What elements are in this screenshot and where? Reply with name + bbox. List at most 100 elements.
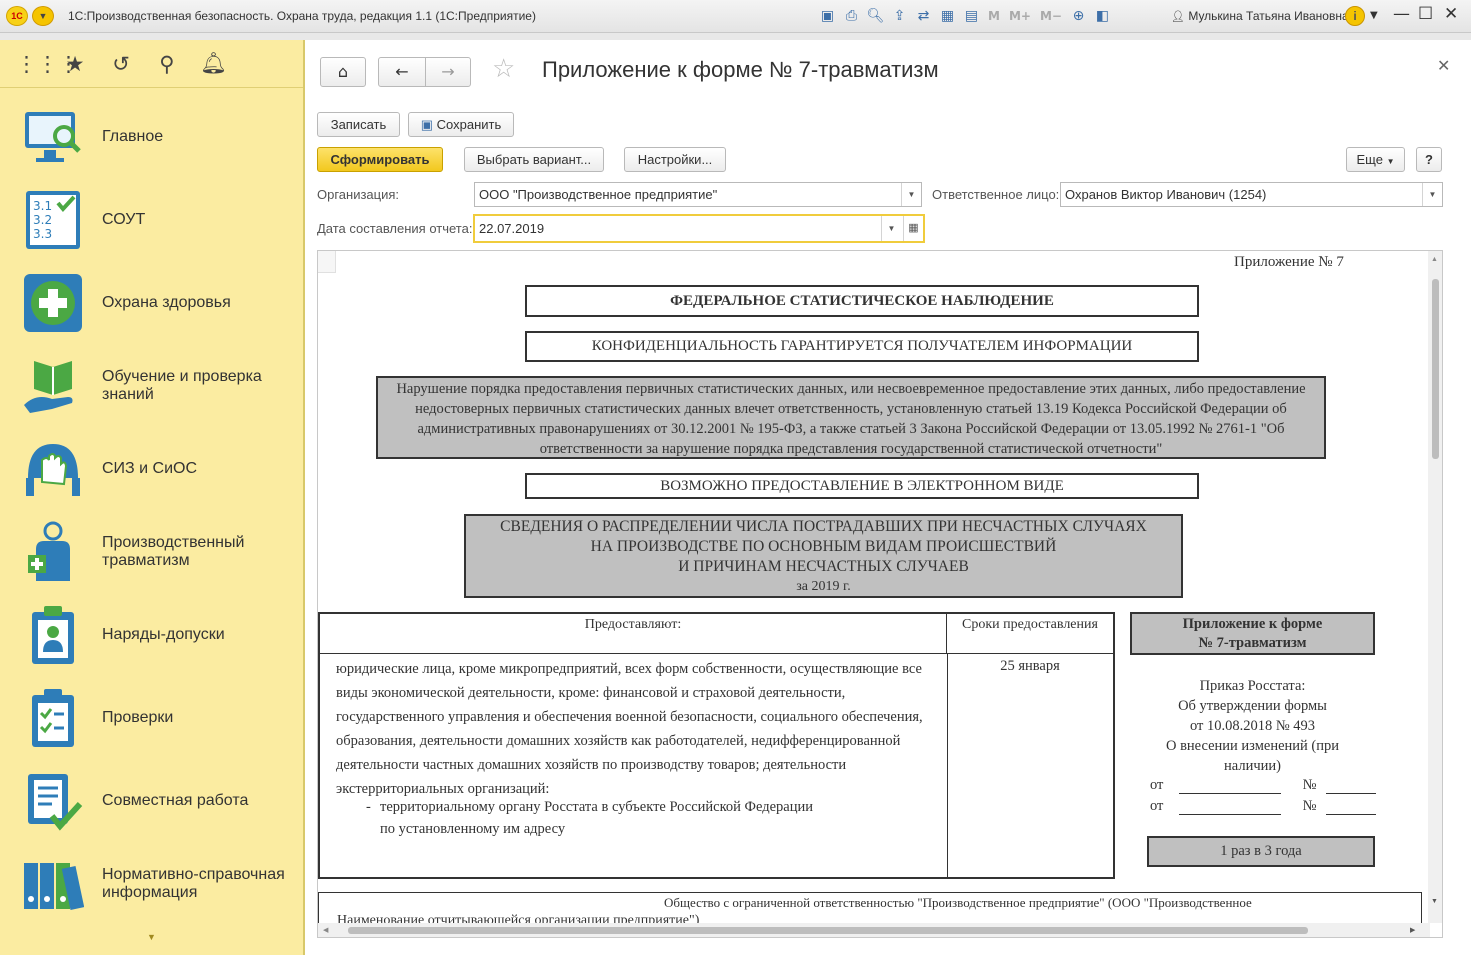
memory-minus-button[interactable]: M− <box>1038 7 1064 26</box>
periodicity-box: 1 раз в 3 года <box>1147 836 1375 867</box>
calendar-icon[interactable]: ▦ <box>903 216 923 241</box>
sidebar-sections: Главное 3.1 3.2 3.3 СОУТ Охрана здоровья О… <box>0 95 303 925</box>
scroll-down-icon[interactable]: ▼ <box>1431 897 1438 905</box>
number-line <box>1326 803 1377 815</box>
appendix-label: Приложение № 7 <box>1234 254 1344 270</box>
search-icon[interactable]: ⚲ <box>154 52 180 76</box>
page-title: Приложение к форме № 7-травматизм <box>542 57 939 82</box>
sidebar-item-label: Производственный травматизм <box>102 533 245 569</box>
title-bar: 1С ▼ 1С:Производственная безопасность. О… <box>0 0 1471 33</box>
permit-clipboard-icon <box>22 604 84 666</box>
svg-text:3.3: 3.3 <box>33 227 52 241</box>
preview-icon[interactable]: 🔍︎ <box>866 7 885 26</box>
organization-field[interactable]: ООО "Производственное предприятие" ▼ <box>474 182 922 207</box>
more-button[interactable]: Еще ▼ <box>1346 147 1405 172</box>
sidebar-scroll-down-icon[interactable]: ▼ <box>147 932 156 942</box>
sidebar-item-label: Главное <box>102 127 164 145</box>
export-icon[interactable]: ⇄ <box>914 7 933 26</box>
choose-variant-button[interactable]: Выбрать вариант... <box>464 147 604 172</box>
sidebar-item-injuries[interactable]: Производственный травматизм <box>0 510 303 593</box>
info-menu-arrow-icon[interactable]: ▼ <box>1370 10 1378 21</box>
checklist-icon: 3.1 3.2 3.3 <box>22 189 84 251</box>
main-panel: ⌂ ← → ☆ Приложение к форме № 7-травматиз… <box>305 40 1471 955</box>
close-form-icon[interactable]: ✕ <box>1437 56 1450 75</box>
number-label: № <box>1302 798 1317 814</box>
responsible-field[interactable]: Охранов Виктор Иванович (1254) ▼ <box>1060 182 1443 207</box>
horizontal-scrollbar[interactable]: ◀ ▶ <box>318 923 1430 937</box>
sidebar-item-label: Проверки <box>102 708 174 726</box>
top-gap <box>0 33 1471 40</box>
confidentiality-box: КОНФИДЕНЦИАЛЬНОСТЬ ГАРАНТИРУЕТСЯ ПОЛУЧАТ… <box>525 331 1199 362</box>
info-icon[interactable]: i <box>1345 6 1365 26</box>
home-icon: ⌂ <box>337 62 349 81</box>
scroll-right-icon[interactable]: ▶ <box>1410 926 1415 934</box>
history-icon[interactable]: ↺ <box>108 52 134 76</box>
back-button[interactable]: ← <box>378 57 426 87</box>
organization-value: ООО "Производственное предприятие" <box>479 187 718 202</box>
column-divider <box>947 654 948 877</box>
memory-button[interactable]: M <box>986 7 1002 26</box>
minimize-icon[interactable]: — <box>1393 4 1410 24</box>
sidebar-item-permits[interactable]: Наряды-допуски <box>0 593 303 676</box>
organization-label: Организация: <box>317 187 400 202</box>
dropdown-arrow-icon[interactable]: ▼ <box>1422 183 1442 206</box>
1c-logo-icon[interactable]: 1С <box>6 6 28 26</box>
dropdown-arrow-icon[interactable]: ▼ <box>881 216 901 241</box>
sidebar-item-main[interactable]: Главное <box>0 95 303 178</box>
dropdown-arrow-icon[interactable]: ▼ <box>901 183 921 206</box>
help-button[interactable]: ? <box>1416 147 1442 172</box>
sidebar-item-ppe[interactable]: СИЗ и СиОС <box>0 427 303 510</box>
calendar-icon[interactable]: ▤ <box>962 7 981 26</box>
write-button[interactable]: Записать <box>317 112 400 137</box>
column-header-deadline: Сроки предоставления <box>947 614 1113 654</box>
sidebar-item-inspections[interactable]: Проверки <box>0 676 303 759</box>
report-date-field[interactable]: 22.07.2019 ▼ ▦ <box>473 214 925 243</box>
maximize-icon[interactable]: ☐ <box>1418 4 1433 24</box>
order-line1: Приказ Росстата: <box>1199 678 1306 694</box>
vertical-scrollbar[interactable]: ▲ ▼ <box>1428 251 1442 923</box>
notifications-icon[interactable]: 🔔︎ <box>200 51 227 76</box>
close-window-icon[interactable]: ✕ <box>1444 4 1458 24</box>
report-date-value: 22.07.2019 <box>479 221 545 236</box>
report-date-label: Дата составления отчета: <box>317 221 473 236</box>
scroll-up-icon[interactable]: ▲ <box>1431 255 1438 263</box>
panels-icon[interactable]: ◧ <box>1093 7 1112 26</box>
report-subject-line1: СВЕДЕНИЯ О РАСПРЕДЕЛЕНИИ ЧИСЛА ПОСТРАДАВ… <box>500 518 1147 535</box>
report-document[interactable]: Приложение № 7 ФЕДЕРАЛЬНОЕ СТАТИСТИЧЕСКО… <box>317 250 1443 938</box>
home-button[interactable]: ⌂ <box>320 57 366 87</box>
sidebar-item-collaboration[interactable]: Совместная работа <box>0 759 303 842</box>
forward-button[interactable]: → <box>425 57 471 87</box>
sidebar-item-health[interactable]: Охрана здоровья <box>0 261 303 344</box>
generate-button[interactable]: Сформировать <box>317 147 443 172</box>
number-line <box>1326 782 1377 794</box>
settings-button[interactable]: Настройки... <box>624 147 726 172</box>
user-name: Мулькина Татьяна Ивановна <box>1188 9 1349 23</box>
sidebar-item-sout[interactable]: 3.1 3.2 3.3 СОУТ <box>0 178 303 261</box>
memory-plus-button[interactable]: M+ <box>1007 7 1033 26</box>
zoom-icon[interactable]: ⊕ <box>1069 7 1088 26</box>
calculator-icon[interactable]: ▦ <box>938 7 957 26</box>
binders-icon <box>22 853 84 915</box>
sidebar-item-label: Обучение и проверка знаний <box>102 367 262 403</box>
save-icon[interactable]: ▣ <box>818 7 837 26</box>
scroll-left-icon[interactable]: ◀ <box>323 926 328 934</box>
horizontal-scroll-thumb[interactable] <box>348 927 1308 934</box>
upload-icon[interactable]: ⇪ <box>890 7 909 26</box>
floppy-icon: ▣ <box>420 117 434 132</box>
form-name-line2: № 7-травматизм <box>1198 635 1307 651</box>
favorite-star-icon[interactable]: ☆ <box>492 54 515 84</box>
all-functions-icon[interactable]: ⋮⋮⋮ <box>16 52 79 76</box>
vertical-scroll-thumb[interactable] <box>1432 279 1439 459</box>
providers-bullet-1: территориальному органу Росстата в субъе… <box>380 799 814 815</box>
injured-person-icon <box>22 521 84 583</box>
medical-cross-icon <box>22 272 84 334</box>
sidebar-item-reference[interactable]: Нормативно-справочная информация <box>0 842 303 925</box>
responsible-label: Ответственное лицо: <box>932 187 1060 202</box>
favorites-icon[interactable]: ★ <box>62 52 88 76</box>
sidebar-item-training[interactable]: Обучение и проверка знаний <box>0 344 303 427</box>
main-menu-button[interactable]: ▼ <box>32 6 54 26</box>
save-button[interactable]: ▣ Сохранить <box>408 112 514 137</box>
amendment-row-2: от № <box>1150 798 1380 815</box>
print-icon[interactable]: ⎙ <box>842 7 861 26</box>
current-user[interactable]: 👤︎ Мулькина Татьяна Ивановна <box>1171 9 1349 23</box>
